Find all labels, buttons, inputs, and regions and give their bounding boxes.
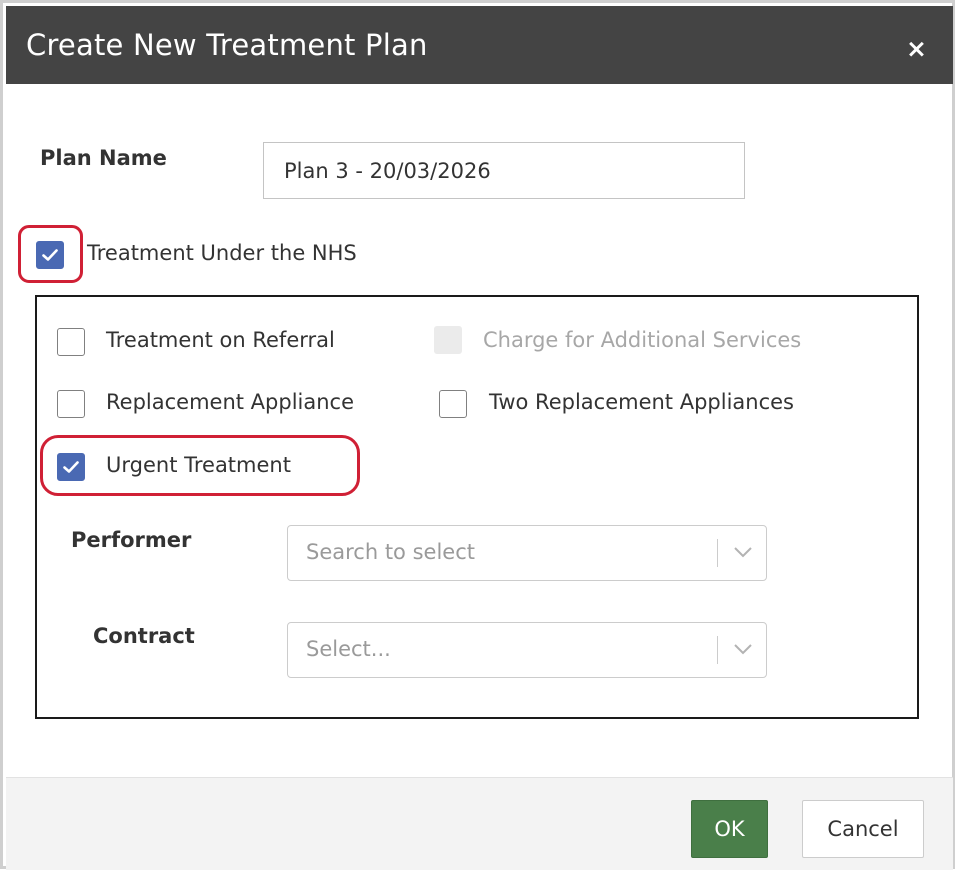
two-replacement-appliances-label: Two Replacement Appliances [489,390,794,414]
two-replacement-appliances-checkbox[interactable] [439,390,467,418]
contract-placeholder: Select... [306,637,391,661]
dialog-title: Create New Treatment Plan [26,28,428,62]
plan-name-input[interactable] [263,142,745,199]
select-separator [717,539,718,567]
plan-name-label: Plan Name [40,146,167,170]
checkmark-icon [42,249,58,261]
performer-label: Performer [71,528,192,552]
chevron-down-icon [734,644,752,655]
dialog-footer: OK Cancel [6,777,953,870]
charge-additional-services-checkbox [434,326,462,354]
treatment-on-referral-label: Treatment on Referral [106,328,335,352]
dialog-titlebar: Create New Treatment Plan × [6,6,953,84]
charge-additional-services-label: Charge for Additional Services [483,328,802,352]
nhs-checkbox[interactable] [36,241,64,269]
contract-label: Contract [93,624,195,648]
chevron-down-icon [734,547,752,558]
cancel-button[interactable]: Cancel [802,800,924,858]
close-icon[interactable]: × [906,36,927,61]
nhs-label: Treatment Under the NHS [87,241,357,265]
dialog: Create New Treatment Plan × Plan Name Tr… [0,0,955,870]
urgent-treatment-label: Urgent Treatment [106,453,291,477]
performer-placeholder: Search to select [306,540,475,564]
replacement-appliance-checkbox[interactable] [57,390,85,418]
urgent-treatment-checkbox[interactable] [57,453,85,481]
performer-select[interactable]: Search to select [287,525,767,581]
treatment-on-referral-checkbox[interactable] [57,328,85,356]
select-separator [717,636,718,664]
ok-button[interactable]: OK [691,800,768,858]
replacement-appliance-label: Replacement Appliance [106,390,355,414]
contract-select[interactable]: Select... [287,622,767,678]
checkmark-icon [63,461,79,473]
